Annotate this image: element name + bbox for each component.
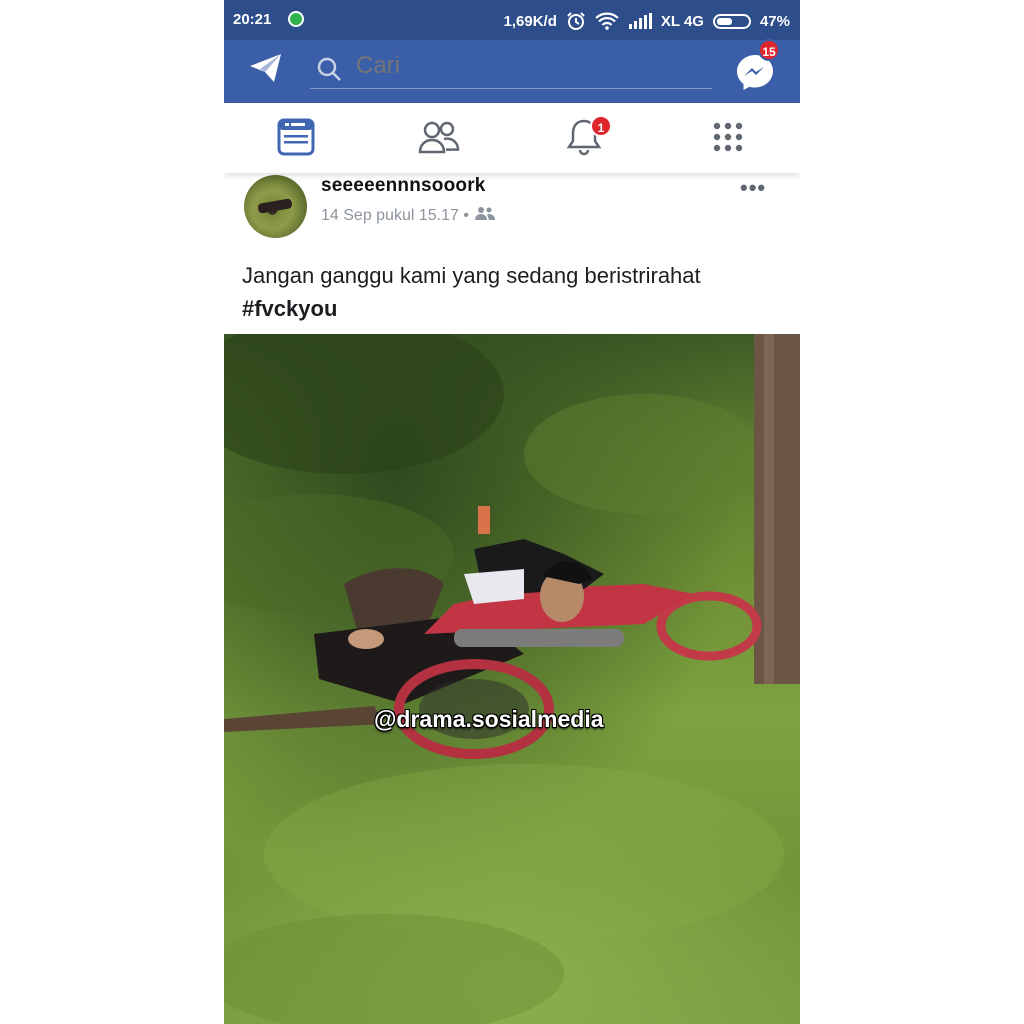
search-icon bbox=[316, 56, 342, 87]
tab-menu[interactable] bbox=[698, 115, 758, 163]
whatsapp-icon bbox=[288, 11, 304, 27]
post-author[interactable]: seeeeennnsooork bbox=[321, 175, 486, 197]
battery-icon bbox=[712, 13, 751, 29]
post-text: Jangan ganggu kami yang sedang beristrir… bbox=[242, 259, 787, 325]
messenger-badge: 15 bbox=[758, 39, 780, 61]
search-bar[interactable] bbox=[310, 48, 712, 89]
status-right: 1,69K/d XL 4G 47% bbox=[504, 11, 790, 31]
notification-badge: 1 bbox=[590, 115, 612, 137]
post-timestamp[interactable]: 14 Sep pukul 15.17 • bbox=[321, 207, 469, 225]
signal-icon bbox=[628, 13, 652, 29]
audience-friends-icon bbox=[474, 206, 495, 225]
tab-bar bbox=[224, 103, 800, 173]
carrier-label: XL 4G bbox=[660, 12, 704, 30]
avatar[interactable] bbox=[244, 175, 307, 238]
post-body: Jangan ganggu kami yang sedang beristrir… bbox=[242, 263, 701, 288]
post-photo[interactable]: @drama.sosialmedia bbox=[224, 334, 800, 1024]
send-icon[interactable] bbox=[248, 52, 284, 89]
status-time: 20:21 bbox=[233, 11, 272, 28]
news-feed-icon bbox=[277, 118, 315, 161]
battery-percent: 47% bbox=[759, 12, 790, 30]
post-meta: 14 Sep pukul 15.17 • bbox=[321, 206, 495, 225]
tab-news-feed[interactable] bbox=[266, 115, 326, 163]
phone-screen: 20:21 1,69K/d XL 4G 47% Cari 15 1 seeeee… bbox=[224, 0, 800, 1024]
tab-friends[interactable] bbox=[409, 115, 469, 163]
grid-menu-icon bbox=[713, 122, 743, 157]
post-hashtag[interactable]: #fvckyou bbox=[242, 292, 787, 325]
search-input[interactable] bbox=[354, 51, 678, 81]
alarm-icon bbox=[566, 11, 586, 31]
friends-icon bbox=[418, 119, 460, 160]
top-app-bar: 15 bbox=[224, 39, 800, 103]
post-options-button[interactable]: ••• bbox=[740, 175, 766, 201]
photo-scene bbox=[224, 334, 800, 1024]
watermark: @drama.sosialmedia bbox=[374, 706, 604, 732]
wifi-icon bbox=[595, 12, 619, 30]
network-speed: 1,69K/d bbox=[503, 12, 557, 30]
status-bar: 20:21 1,69K/d XL 4G 47% bbox=[224, 0, 800, 40]
